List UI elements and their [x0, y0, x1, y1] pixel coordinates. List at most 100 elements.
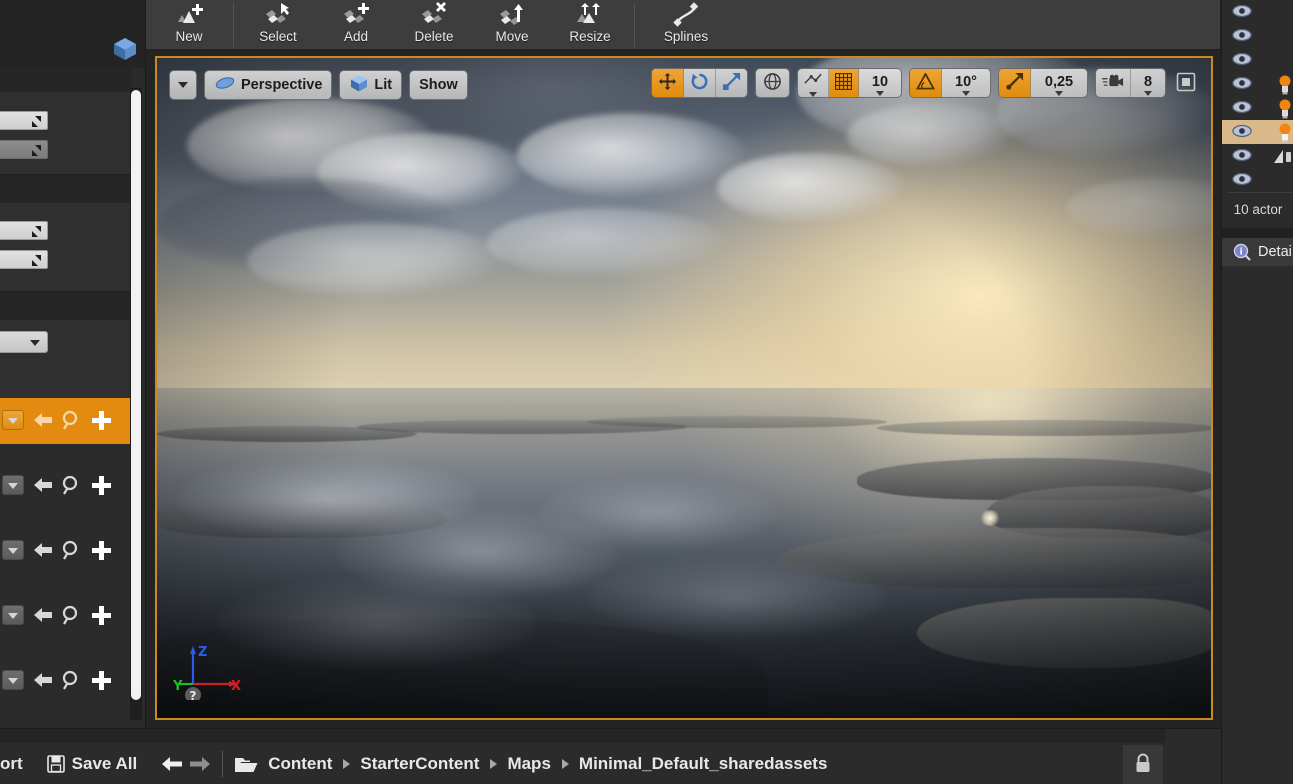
- landscape-resize-button[interactable]: Resize: [551, 0, 629, 50]
- new-asset-plus-icon[interactable]: [89, 603, 113, 627]
- eye-icon[interactable]: [1232, 123, 1252, 141]
- use-selected-arrow-icon[interactable]: [31, 408, 55, 432]
- outliner-row[interactable]: [1222, 144, 1293, 168]
- eye-icon[interactable]: [1232, 99, 1252, 117]
- show-menu-button[interactable]: Show: [409, 70, 468, 100]
- landscape-delete-button[interactable]: Delete: [395, 0, 473, 50]
- outliner-row[interactable]: [1222, 48, 1293, 72]
- browse-asset-icon[interactable]: [60, 473, 84, 497]
- eye-icon[interactable]: [1232, 3, 1252, 21]
- surface-snap-button[interactable]: [798, 69, 829, 97]
- translate-tool-button[interactable]: [652, 69, 684, 97]
- scale-snap-group[interactable]: 0,25: [998, 68, 1088, 98]
- outliner-row-selected[interactable]: [1222, 120, 1293, 144]
- view-mode-button[interactable]: Lit: [339, 70, 403, 100]
- grid-snap-group[interactable]: 10: [797, 68, 902, 98]
- coordinate-system-button[interactable]: [755, 68, 790, 98]
- nav-back-arrow-icon[interactable]: [161, 755, 183, 773]
- asset-picker-row[interactable]: [0, 593, 132, 639]
- landscape-move-button[interactable]: Move: [473, 0, 551, 50]
- camera-speed-icon-cell[interactable]: [1096, 69, 1131, 97]
- rotation-snap-toggle[interactable]: [910, 69, 942, 97]
- eye-icon[interactable]: [1232, 147, 1252, 165]
- maximize-viewport-button[interactable]: [1173, 69, 1199, 95]
- landscape-add-button[interactable]: Add: [317, 0, 395, 50]
- outliner-row[interactable]: [1222, 0, 1293, 24]
- new-asset-plus-icon[interactable]: [89, 408, 113, 432]
- use-selected-arrow-icon[interactable]: [31, 668, 55, 692]
- rotation-snap-value[interactable]: 10°: [942, 69, 990, 97]
- details-panel-body[interactable]: [1222, 266, 1293, 784]
- outliner-row[interactable]: [1222, 24, 1293, 48]
- viewport-toolbar-left[interactable]: Perspective Lit Show: [169, 70, 475, 100]
- camera-speed-value[interactable]: 8: [1131, 69, 1165, 97]
- import-button-label[interactable]: ort: [0, 754, 23, 774]
- scale-snap-value[interactable]: 0,25: [1031, 69, 1087, 97]
- asset-picker-row[interactable]: [0, 528, 132, 574]
- browse-asset-icon[interactable]: [60, 603, 84, 627]
- landscape-select-button[interactable]: Select: [239, 0, 317, 50]
- content-browser-lock-button[interactable]: [1123, 745, 1163, 784]
- landscape-toolbar[interactable]: New Select Add Delete Move Resize Spline…: [146, 0, 1220, 50]
- mode-details-panel[interactable]: [0, 0, 146, 728]
- use-selected-arrow-icon[interactable]: [31, 603, 55, 627]
- use-selected-arrow-icon[interactable]: [31, 473, 55, 497]
- eye-icon[interactable]: [1232, 51, 1252, 69]
- eye-icon[interactable]: [1232, 171, 1252, 189]
- material-combo[interactable]: [0, 331, 48, 353]
- asset-dropdown-button[interactable]: [2, 605, 24, 625]
- new-asset-plus-icon[interactable]: [89, 668, 113, 692]
- level-viewport[interactable]: Perspective Lit Show 10 10° 0,25 8 Z X Y…: [155, 56, 1213, 720]
- breadcrumb-maps[interactable]: Maps: [507, 754, 550, 774]
- save-all-button[interactable]: Save All: [72, 754, 138, 774]
- unreal-cube-icon[interactable]: [112, 36, 138, 62]
- browse-asset-icon[interactable]: [60, 538, 84, 562]
- viewport-render[interactable]: [157, 58, 1211, 718]
- eye-icon[interactable]: [1232, 27, 1252, 45]
- breadcrumb-content[interactable]: Content: [268, 754, 332, 774]
- outliner-row[interactable]: [1222, 72, 1293, 96]
- browse-asset-icon[interactable]: [60, 408, 84, 432]
- grid-snap-toggle[interactable]: [829, 69, 859, 97]
- landscape-splines-button[interactable]: Splines: [640, 0, 732, 50]
- browse-asset-icon[interactable]: [60, 668, 84, 692]
- grid-snap-value[interactable]: 10: [859, 69, 901, 97]
- asset-picker-row[interactable]: [0, 658, 132, 704]
- save-disk-icon[interactable]: [46, 755, 65, 773]
- transform-tool-group[interactable]: [651, 68, 748, 98]
- numeric-field-3[interactable]: [0, 221, 48, 240]
- tab-details[interactable]: i Detai: [1222, 238, 1293, 266]
- outliner-row[interactable]: [1222, 168, 1293, 192]
- folder-open-icon[interactable]: [234, 754, 258, 774]
- rotate-tool-button[interactable]: [684, 69, 716, 97]
- nav-forward-arrow-icon[interactable]: [189, 755, 211, 773]
- breadcrumb-startercontent[interactable]: StarterContent: [360, 754, 479, 774]
- viewport-options-button[interactable]: [169, 70, 197, 100]
- numeric-field-1[interactable]: [0, 111, 48, 130]
- scale-tool-button[interactable]: [716, 69, 747, 97]
- eye-icon[interactable]: [1232, 75, 1252, 93]
- asset-picker-row[interactable]: [0, 463, 132, 509]
- world-outliner-panel[interactable]: 10 actor i Detai: [1221, 0, 1293, 784]
- scale-snap-toggle[interactable]: [999, 69, 1031, 97]
- new-asset-plus-icon[interactable]: [89, 538, 113, 562]
- content-browser-bar[interactable]: ort Save All Content StarterContent Maps…: [0, 728, 1221, 784]
- left-panel-scrollbar-thumb[interactable]: [131, 90, 141, 700]
- outliner-row[interactable]: [1222, 96, 1293, 120]
- numeric-field-4[interactable]: [0, 250, 48, 269]
- numeric-field-2[interactable]: [0, 140, 48, 159]
- breadcrumb-current[interactable]: Minimal_Default_sharedassets: [579, 754, 828, 774]
- new-asset-plus-icon[interactable]: [89, 473, 113, 497]
- asset-picker-row-selected[interactable]: [0, 398, 132, 444]
- asset-dropdown-button[interactable]: [2, 410, 24, 430]
- landscape-new-button[interactable]: New: [150, 0, 228, 50]
- asset-dropdown-button[interactable]: [2, 540, 24, 560]
- asset-dropdown-button[interactable]: [2, 670, 24, 690]
- viewport-toolbar-right[interactable]: 10 10° 0,25 8: [651, 68, 1199, 98]
- camera-speed-group[interactable]: 8: [1095, 68, 1166, 98]
- use-selected-arrow-icon[interactable]: [31, 538, 55, 562]
- asset-dropdown-button[interactable]: [2, 475, 24, 495]
- camera-mode-button[interactable]: Perspective: [204, 70, 333, 100]
- cloud: [717, 153, 907, 223]
- rotation-snap-group[interactable]: 10°: [909, 68, 991, 98]
